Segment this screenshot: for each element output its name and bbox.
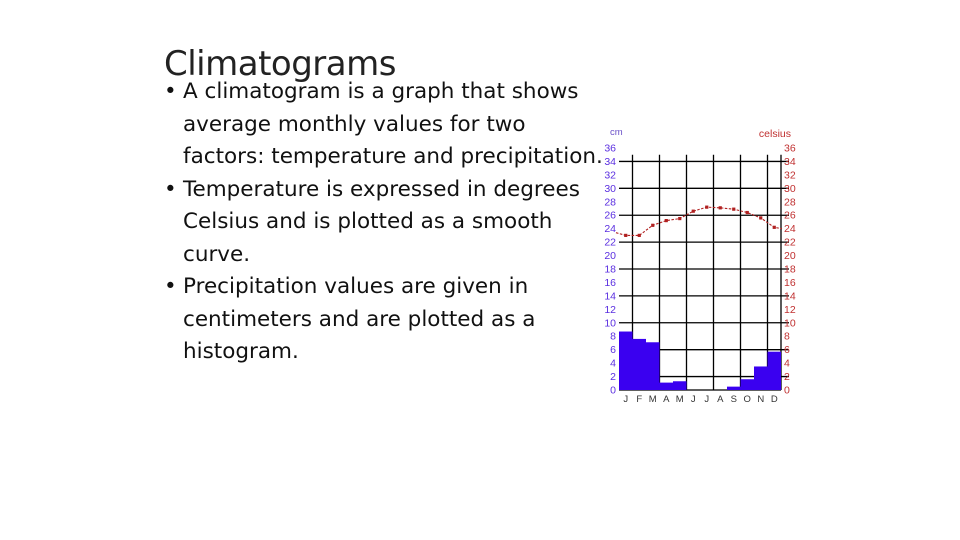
left-tick-label: 4 [610,358,616,370]
temperature-point [637,233,641,237]
temperature-point [664,219,668,223]
right-tick-label: 32 [784,169,796,181]
left-tick-label: 18 [604,264,616,276]
right-tick-label: 14 [784,290,796,302]
right-tick-label: 0 [784,385,790,397]
temperature-point [772,225,776,229]
right-tick-label: 8 [784,331,790,343]
right-tick-label: 26 [784,210,796,222]
month-label: M [649,394,657,405]
temperature-point [745,210,749,215]
month-label: J [623,394,628,405]
temperature-point [718,206,722,210]
left-tick-label: 26 [604,210,616,222]
temperature-point [624,233,628,237]
left-tick-label: 10 [604,317,616,329]
right-tick-label: 4 [784,358,790,370]
temperature-curve [615,206,783,236]
right-tick-label: 34 [784,156,796,168]
precip-bar [632,338,646,390]
precip-bar [740,379,754,390]
month-label: M [676,394,684,405]
left-tick-label: 32 [604,169,616,181]
precip-bar [767,351,781,390]
precip-bar [619,331,633,390]
temperature-point [705,205,709,209]
right-axis-label: celsius [759,128,791,140]
right-tick-label: 2 [784,371,790,383]
month-label: J [704,394,709,405]
left-tick-label: 30 [604,183,616,195]
left-tick-label: 14 [604,290,616,302]
right-tick-label: 36 [784,143,796,155]
month-label: F [636,394,642,405]
month-label: A [663,394,670,405]
left-tick-label: 36 [604,143,616,155]
temperature-point [691,209,695,213]
month-label: A [717,394,724,405]
month-label: S [731,394,737,405]
month-label: D [771,394,778,405]
right-tick-label: 30 [784,183,796,195]
right-tick-label: 18 [784,264,796,276]
left-tick-label: 34 [604,156,616,168]
right-tick-label: 12 [784,304,796,316]
month-label: N [757,394,764,405]
left-tick-label: 28 [604,196,616,208]
left-axis-label: cm [610,127,623,138]
left-tick-label: 20 [604,250,616,262]
left-tick-label: 22 [604,237,616,249]
temperature-point [678,216,682,221]
left-tick-label: 16 [604,277,616,289]
right-tick-label: 16 [784,277,796,289]
left-tick-label: 6 [610,344,616,356]
temperature-line [615,205,783,237]
right-tick-label: 20 [784,250,796,262]
right-tick-label: 24 [784,223,796,235]
precipitation-bars [619,331,781,390]
left-tick-label: 24 [604,223,616,235]
left-tick-label: 2 [610,371,616,383]
month-label: J [691,394,696,405]
left-tick-label: 0 [610,385,616,397]
precip-bar [754,366,768,390]
temperature-point [759,216,763,220]
month-label: O [744,394,751,405]
left-tick-label: 8 [610,331,616,343]
right-tick-label: 28 [784,196,796,208]
right-tick-label: 10 [784,317,796,329]
right-tick-label: 6 [784,344,790,356]
temperature-point [732,207,736,211]
left-tick-label: 12 [604,304,616,316]
climatogram-chart: 0246810121416182022242628303234360246810… [604,127,796,405]
precip-bar [673,381,687,390]
right-tick-label: 22 [784,237,796,249]
precip-bar [659,382,673,390]
precip-bar [727,386,741,390]
temperature-point [651,223,655,227]
precip-bar [646,342,660,390]
